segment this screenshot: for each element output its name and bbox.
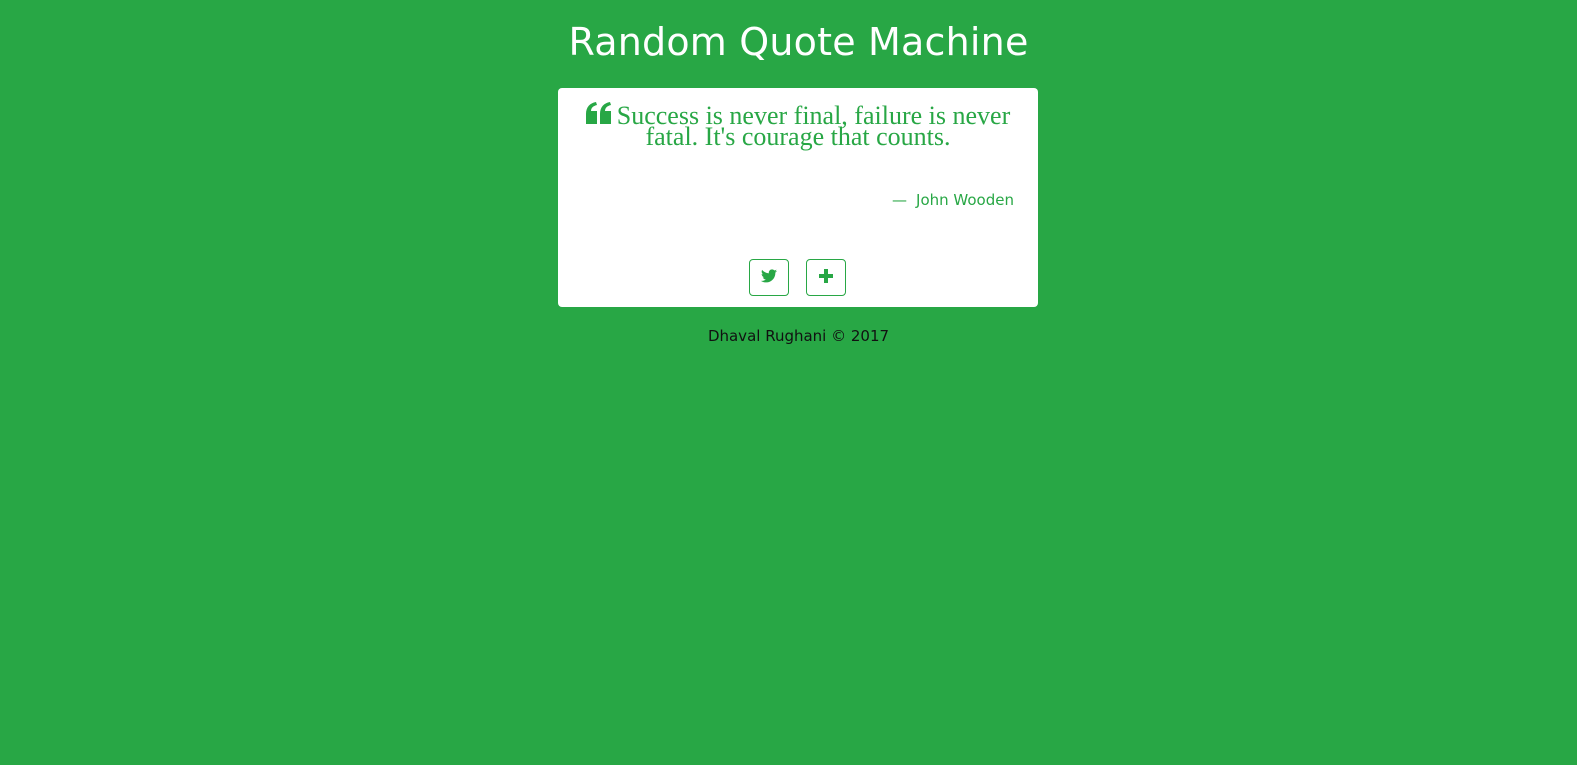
new-quote-button[interactable] [806,259,846,296]
footer-credit: Dhaval Rughani © 2017 [707,327,890,345]
quote-author: — John Wooden [892,190,1014,210]
tweet-button[interactable] [749,259,789,296]
author-dash: — [892,191,908,209]
quote-box: Success is never final, failure is never… [578,102,1018,150]
quote-left-icon [585,102,612,124]
author-name: John Wooden [916,191,1014,209]
plus-icon [819,268,833,287]
quote-text: Success is never final, failure is never… [616,101,1011,151]
quote-card: Success is never final, failure is never… [558,88,1038,307]
twitter-icon [761,268,777,287]
app-root: Random Quote Machine Success is never fi… [0,0,1577,765]
page-title: Random Quote Machine [568,20,1029,64]
